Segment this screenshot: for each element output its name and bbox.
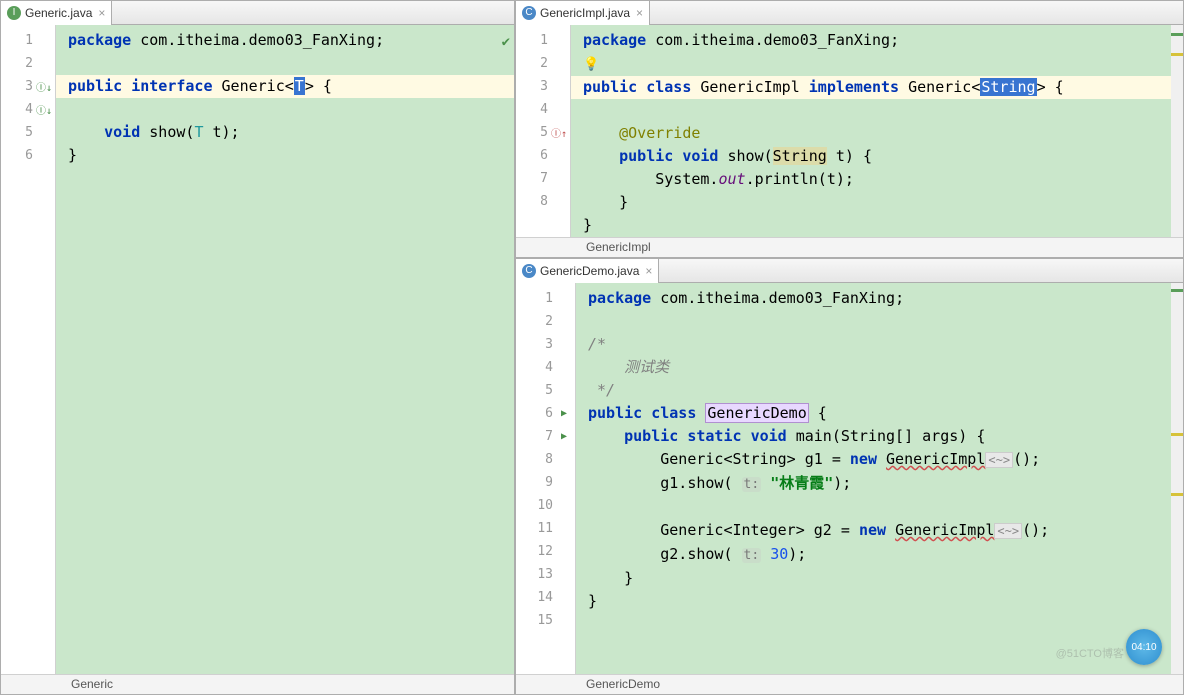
tabbar: I Generic.java × — [1, 1, 514, 25]
tabbar: C GenericDemo.java × — [516, 259, 1183, 283]
watermark-text: @51CTO博客 — [1056, 645, 1124, 661]
run-icon[interactable]: ▶ — [557, 407, 571, 421]
editor-pane-generic: I Generic.java × 1 2 3Ⓘ↓ 4Ⓘ↓ 5 6 ✔packag… — [0, 0, 515, 695]
code-area[interactable]: package com.itheima.demo03_FanXing; 💡 pu… — [571, 25, 1183, 237]
interface-icon: I — [7, 6, 21, 20]
gutter: 1 2 3 4 5Ⓘ↑ 6 7 8 — [516, 25, 571, 237]
scrollstripe[interactable] — [1171, 283, 1183, 674]
check-icon: ✔ — [502, 31, 510, 54]
breadcrumb[interactable]: Generic — [1, 674, 514, 694]
tab-label: GenericDemo.java — [540, 264, 639, 278]
gutter: 1 2 3 4 5 6▶ 7▶ 8 9 10 11 12 13 14 15 — [516, 283, 576, 674]
editor-pane-genericdemo: C GenericDemo.java × 1 2 3 4 5 6▶ 7▶ 8 9… — [515, 258, 1184, 695]
gutter: 1 2 3Ⓘ↓ 4Ⓘ↓ 5 6 — [1, 25, 56, 674]
tab-genericimpl[interactable]: C GenericImpl.java × — [516, 1, 650, 25]
class-icon: C — [522, 6, 536, 20]
time-badge: 04:10 — [1126, 629, 1162, 665]
class-icon: C — [522, 264, 536, 278]
editor-area[interactable]: 1 2 3 4 5Ⓘ↑ 6 7 8 package com.itheima.de… — [516, 25, 1183, 237]
overrides-icon[interactable]: Ⓘ↑ — [552, 126, 566, 140]
close-icon[interactable]: × — [645, 264, 652, 278]
close-icon[interactable]: × — [98, 6, 105, 20]
code-area[interactable]: ✔package com.itheima.demo03_FanXing; pub… — [56, 25, 514, 674]
tabbar: C GenericImpl.java × — [516, 1, 1183, 25]
breadcrumb[interactable]: GenericDemo — [516, 674, 1183, 694]
breadcrumb[interactable]: GenericImpl — [516, 237, 1183, 257]
editor-area[interactable]: 1 2 3 4 5 6▶ 7▶ 8 9 10 11 12 13 14 15 pa… — [516, 283, 1183, 674]
editor-pane-genericimpl: C GenericImpl.java × 1 2 3 4 5Ⓘ↑ 6 7 8 p… — [515, 0, 1184, 258]
close-icon[interactable]: × — [636, 6, 643, 20]
tab-label: Generic.java — [25, 6, 92, 20]
implemented-icon[interactable]: Ⓘ↓ — [37, 103, 51, 117]
implemented-icon[interactable]: Ⓘ↓ — [37, 80, 51, 94]
run-icon[interactable]: ▶ — [557, 430, 571, 444]
scrollstripe[interactable] — [1171, 25, 1183, 237]
tab-generic[interactable]: I Generic.java × — [1, 1, 112, 25]
code-area[interactable]: package com.itheima.demo03_FanXing; /* 测… — [576, 283, 1183, 674]
tab-genericdemo[interactable]: C GenericDemo.java × — [516, 259, 659, 283]
editor-area[interactable]: 1 2 3Ⓘ↓ 4Ⓘ↓ 5 6 ✔package com.itheima.dem… — [1, 25, 514, 674]
tab-label: GenericImpl.java — [540, 6, 630, 20]
bulb-icon[interactable]: 💡 — [583, 57, 599, 72]
